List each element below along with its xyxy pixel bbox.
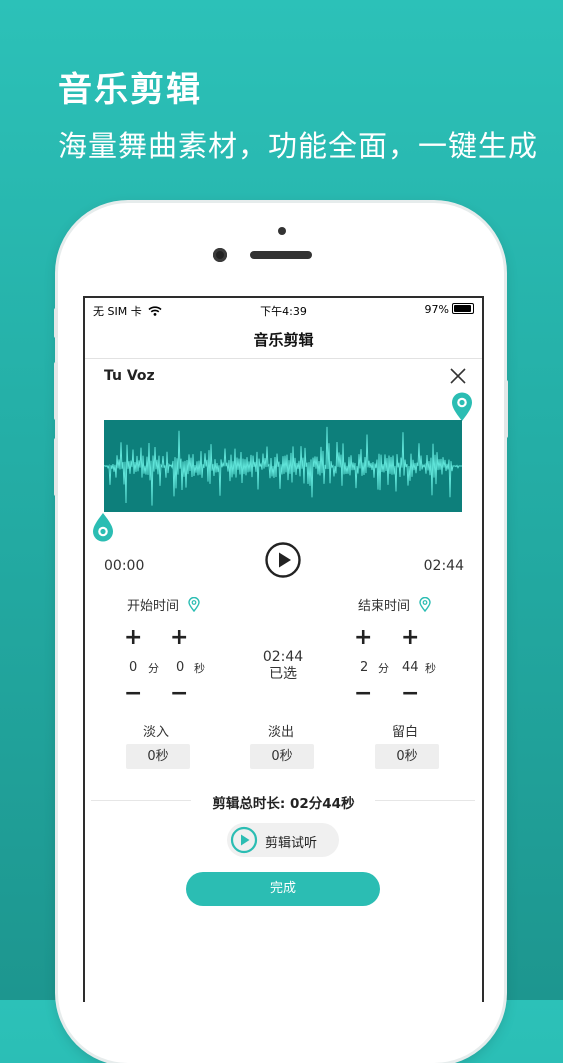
- fade-out-selector[interactable]: 0秒: [250, 744, 314, 769]
- battery-percent: 97%: [424, 303, 449, 316]
- phone-screen: 无 SIM 卡 下午4:39 97% 音乐剪辑 Tu Voz 00:00 02:…: [83, 296, 484, 1002]
- battery-icon: [452, 303, 474, 314]
- selected-duration: 02:44 已选: [235, 649, 331, 683]
- selected-time: 02:44: [262, 649, 304, 665]
- page-title: 音乐剪辑: [253, 331, 314, 349]
- start-seconds-increment[interactable]: +: [170, 627, 188, 649]
- end-seconds-value: 44: [402, 660, 419, 675]
- current-time: 00:00: [104, 558, 145, 574]
- end-minutes-value: 2: [360, 660, 369, 675]
- status-bar: 无 SIM 卡 下午4:39 97%: [85, 298, 482, 320]
- start-minutes-value: 0: [129, 660, 138, 675]
- start-seconds-decrement[interactable]: −: [170, 683, 188, 705]
- preview-button[interactable]: 剪辑试听: [227, 823, 339, 857]
- phone-side-button-right: [504, 380, 508, 438]
- end-marker-pin-icon[interactable]: [451, 392, 473, 422]
- nav-divider: [85, 358, 482, 359]
- start-seconds-unit: 秒: [194, 662, 205, 675]
- phone-side-button-left-3: [54, 438, 58, 496]
- fade-out-label: 淡出: [268, 725, 295, 740]
- end-minutes-decrement[interactable]: −: [354, 683, 372, 705]
- blank-selector[interactable]: 0秒: [375, 744, 439, 769]
- end-minutes-unit: 分: [378, 662, 389, 675]
- end-seconds-increment[interactable]: +: [401, 627, 419, 649]
- end-time-label-text: 结束时间: [358, 599, 411, 614]
- close-icon[interactable]: [448, 366, 468, 386]
- song-title: Tu Voz: [104, 368, 155, 384]
- end-seconds-unit: 秒: [425, 662, 436, 675]
- fade-in-selector[interactable]: 0秒: [126, 744, 190, 769]
- clock: 下午4:39: [260, 305, 307, 318]
- proximity-sensor: [278, 227, 286, 235]
- phone-side-button-left-2: [54, 362, 58, 420]
- play-circle-icon: [230, 826, 258, 854]
- end-seconds-decrement[interactable]: −: [401, 683, 419, 705]
- done-button[interactable]: 完成: [186, 872, 380, 906]
- earpiece-speaker: [250, 251, 312, 259]
- start-time-label: 开始时间: [127, 595, 200, 614]
- end-minutes-increment[interactable]: +: [354, 627, 372, 649]
- blank-label: 留白: [392, 725, 419, 740]
- promo-subtitle: 海量舞曲素材，功能全面，一键生成: [58, 129, 539, 163]
- location-pin-icon: [419, 596, 431, 613]
- front-camera: [213, 248, 227, 262]
- fade-in-label: 淡入: [143, 725, 170, 740]
- start-minutes-unit: 分: [148, 662, 159, 675]
- end-time-label: 结束时间: [358, 595, 431, 614]
- battery-status: 97%: [425, 303, 474, 316]
- start-minutes-decrement[interactable]: −: [124, 683, 142, 705]
- start-minutes-increment[interactable]: +: [124, 627, 142, 649]
- waveform[interactable]: [104, 420, 462, 512]
- phone-side-button-left-1: [54, 308, 58, 338]
- promo-title: 音乐剪辑: [58, 70, 202, 110]
- total-clip-duration: 剪辑总时长: 02分44秒: [212, 796, 355, 812]
- location-pin-icon: [188, 596, 200, 613]
- selected-label: 已选: [269, 666, 297, 682]
- start-time-label-text: 开始时间: [127, 599, 180, 614]
- play-icon[interactable]: [264, 541, 302, 579]
- preview-button-label: 剪辑试听: [265, 836, 318, 851]
- start-marker-pin-icon[interactable]: [92, 512, 114, 542]
- total-duration: 02:44: [423, 558, 464, 574]
- start-seconds-value: 0: [176, 660, 185, 675]
